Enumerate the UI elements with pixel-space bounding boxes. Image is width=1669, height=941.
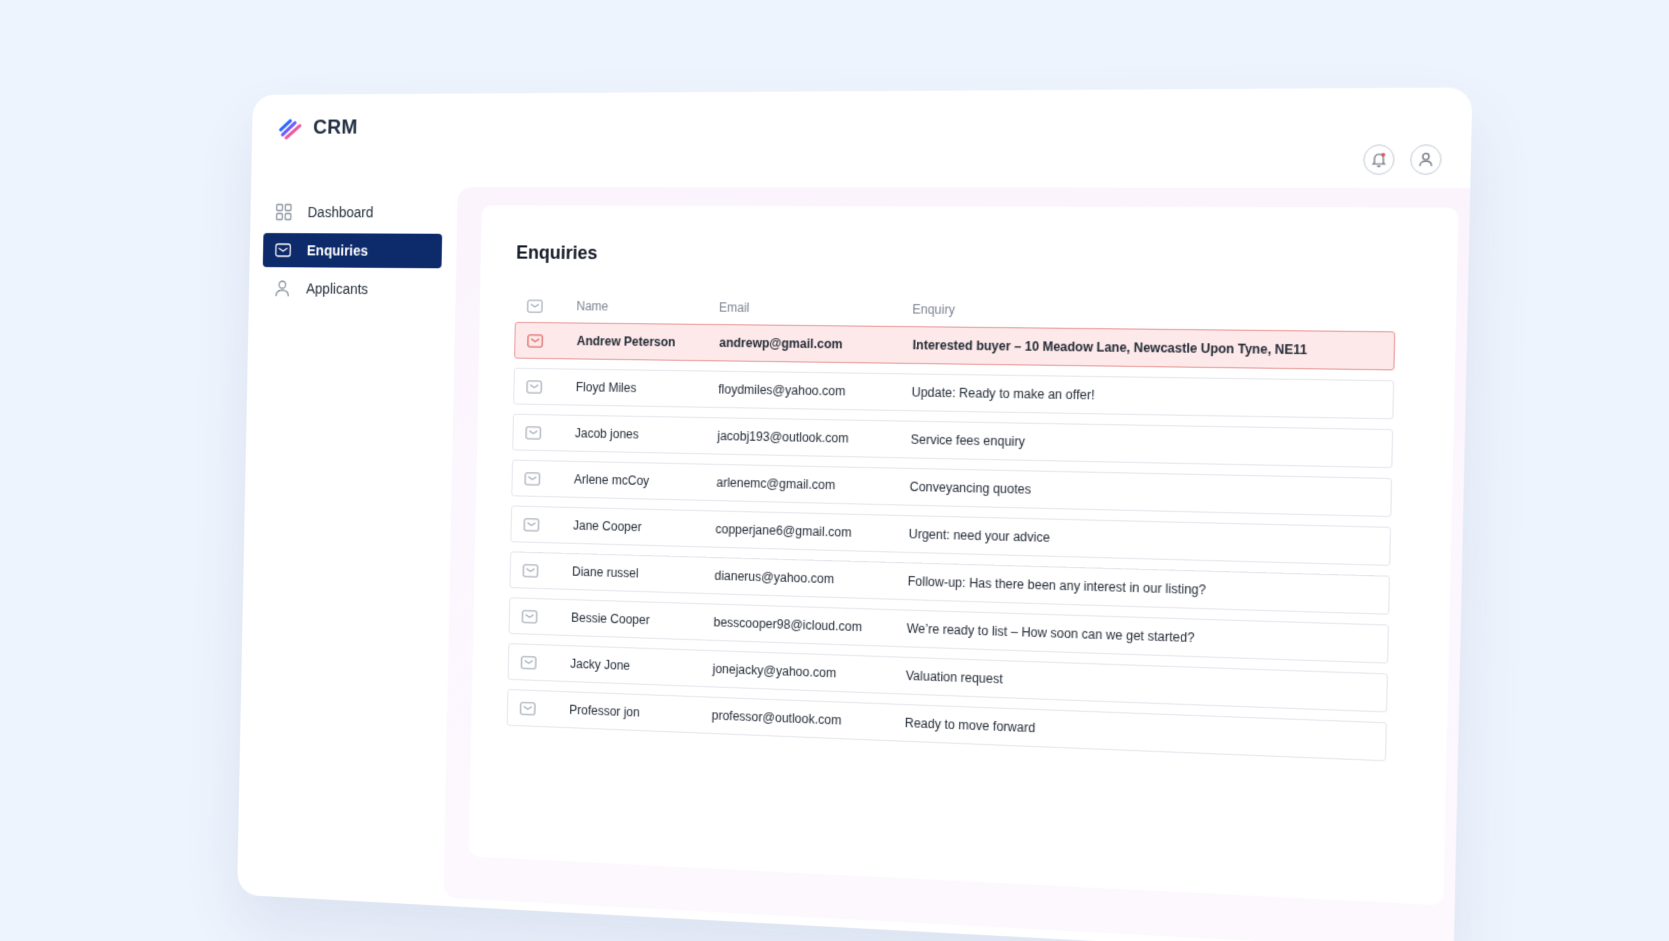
row-select-cell[interactable] — [527, 334, 577, 348]
select-all-cell[interactable] — [527, 299, 577, 313]
column-header-enquiry[interactable]: Enquiry — [912, 302, 1396, 322]
sidebar-item-label: Applicants — [305, 280, 369, 298]
mail-icon — [274, 241, 291, 259]
row-name: Bessie Cooper — [570, 610, 650, 628]
stage: CRM Dashboard Enquiries Applicants Enqui… — [0, 0, 1669, 941]
mail-icon — [525, 426, 541, 440]
row-enquiry: Valuation request — [905, 668, 1003, 687]
mail-icon — [524, 472, 540, 486]
table-row[interactable]: Andrew Peterson andrewp@gmail.com Intere… — [514, 321, 1396, 371]
mail-icon — [526, 380, 542, 394]
row-select-cell[interactable] — [521, 655, 571, 670]
profile-icon — [1417, 151, 1435, 168]
column-header-email[interactable]: Email — [719, 300, 913, 316]
table-row[interactable]: Floyd Miles floydmiles@yahoo.com Update:… — [513, 367, 1395, 420]
notifications-button[interactable] — [1363, 144, 1395, 175]
mail-icon — [527, 334, 543, 347]
sidebar-item-enquiries[interactable]: Enquiries — [262, 233, 443, 269]
row-name: Professor jon — [569, 702, 640, 720]
row-select-cell[interactable] — [522, 563, 572, 578]
grid-icon — [275, 203, 292, 221]
row-name: Jacky Jone — [570, 656, 631, 674]
row-email: besscooper98@icloud.com — [713, 614, 863, 635]
column-header-name[interactable]: Name — [576, 299, 719, 315]
row-name: Floyd Miles — [575, 379, 637, 396]
user-icon — [274, 279, 291, 297]
row-enquiry: We’re ready to list – How soon can we ge… — [906, 621, 1195, 646]
row-email: professor@outlook.com — [711, 708, 842, 728]
enquiries-table: Name Email Enquiry Andrew Peterson andre… — [506, 289, 1396, 771]
row-email: dianerus@yahoo.com — [714, 568, 835, 587]
mail-icon — [521, 655, 537, 669]
sidebar-item-label: Enquiries — [306, 242, 369, 259]
row-enquiry: Update: Ready to make an offer! — [911, 384, 1095, 403]
enquiries-panel: Enquiries Name Email Enquiry Andrew Pete… — [468, 205, 1459, 906]
mail-icon — [522, 563, 538, 577]
row-enquiry: Conveyancing quotes — [909, 479, 1032, 497]
row-select-cell[interactable] — [524, 472, 574, 486]
page-title: Enquiries — [516, 242, 598, 264]
app-window: CRM Dashboard Enquiries Applicants Enqui… — [237, 87, 1473, 941]
row-email: copperjane6@gmail.com — [715, 521, 852, 540]
row-enquiry: Interested buyer – 10 Meadow Lane, Newca… — [912, 337, 1308, 358]
table-row[interactable]: Jacob jones jacobj193@outlook.com Servic… — [512, 413, 1394, 469]
header-actions — [1363, 144, 1442, 175]
stripes-logo-icon — [278, 117, 304, 139]
mail-icon — [523, 518, 539, 532]
bell-icon — [1370, 151, 1388, 168]
table-body: Andrew Peterson andrewp@gmail.com Intere… — [506, 321, 1396, 762]
row-select-cell[interactable] — [523, 518, 573, 533]
row-name: Jane Cooper — [572, 518, 642, 535]
row-name: Arlene mcCoy — [573, 472, 650, 489]
sidebar-item-dashboard[interactable]: Dashboard — [264, 195, 443, 230]
profile-button[interactable] — [1409, 144, 1442, 175]
row-email: jonejacky@yahoo.com — [712, 661, 837, 681]
row-enquiry: Service fees enquiry — [910, 432, 1026, 450]
row-select-cell[interactable] — [520, 701, 570, 716]
sidebar-item-label: Dashboard — [307, 204, 374, 221]
sidebar-nav: Dashboard Enquiries Applicants — [262, 195, 443, 311]
mail-icon — [527, 299, 543, 312]
row-enquiry: Urgent: need your advice — [908, 526, 1051, 546]
mail-icon — [522, 609, 538, 623]
row-email: andrewp@gmail.com — [719, 335, 843, 352]
mail-icon — [520, 701, 536, 715]
row-name: Diane russel — [571, 564, 639, 581]
row-enquiry: Follow-up: Has there been any interest i… — [907, 573, 1207, 598]
row-name: Andrew Peterson — [576, 333, 676, 350]
row-enquiry: Ready to move forward — [904, 715, 1036, 736]
row-email: jacobj193@outlook.com — [717, 428, 849, 446]
app-logo[interactable]: CRM — [278, 116, 358, 139]
row-select-cell[interactable] — [526, 380, 576, 394]
row-email: floydmiles@yahoo.com — [718, 382, 846, 399]
sidebar-item-applicants[interactable]: Applicants — [262, 271, 441, 307]
row-name: Jacob jones — [574, 426, 639, 442]
row-select-cell[interactable] — [522, 609, 572, 624]
app-name: CRM — [312, 116, 358, 139]
row-select-cell[interactable] — [525, 426, 575, 440]
row-email: arlenemc@gmail.com — [716, 475, 836, 493]
